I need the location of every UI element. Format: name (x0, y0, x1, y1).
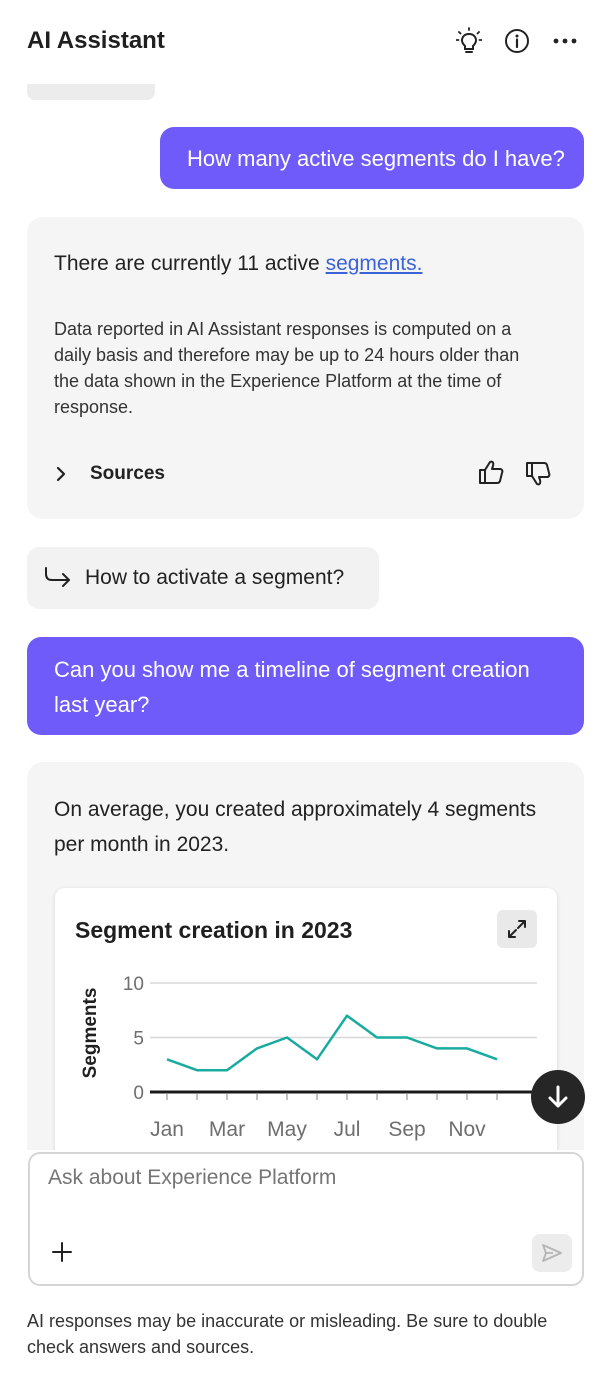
prompt-box (28, 1152, 584, 1286)
suggested-prompt-text: How to activate a segment? (85, 566, 345, 589)
reply-arrow-icon (43, 565, 73, 591)
x-tick-label: Nov (448, 1118, 486, 1141)
ai-response-text: There are currently 11 active segments. (54, 252, 422, 276)
suggested-prompt[interactable]: How to activate a segment? (27, 547, 379, 609)
header: AI Assistant (0, 0, 612, 84)
conversation-panel: Refresh How many active segments do I ha… (0, 0, 612, 1150)
x-tick-label: Mar (209, 1118, 245, 1141)
more-icon[interactable] (550, 26, 580, 56)
send-icon (541, 1243, 563, 1263)
chart-card: Segment creation in 2023 Segments 0 5 10 Ja… (55, 888, 557, 1150)
y-tick-label: 0 (133, 1083, 144, 1104)
app-title: AI Assistant (27, 27, 165, 54)
ai-response-card: There are currently 11 active segments. … (27, 217, 584, 519)
data-freshness-note: Data reported in AI Assistant responses … (54, 319, 520, 417)
prompt-input[interactable] (48, 1166, 548, 1190)
response-text-prefix: There are currently 11 active (54, 252, 326, 275)
info-icon[interactable] (502, 26, 532, 56)
thumbs-up-icon[interactable] (477, 458, 505, 486)
arrow-down-icon (546, 1084, 570, 1110)
user-message: Can you show me a timeline of segment cr… (27, 637, 584, 735)
thumbs-down-icon[interactable] (524, 460, 552, 488)
send-button[interactable] (532, 1234, 572, 1272)
ai-response-text: On average, you created approximately 4 … (54, 798, 537, 856)
lightbulb-icon[interactable] (454, 26, 484, 56)
y-tick-label: 10 (123, 974, 144, 995)
line-chart: 0 5 10 Jan Mar May Jul Sep Nov (123, 974, 557, 1141)
add-attachment-icon[interactable] (50, 1240, 74, 1264)
user-message: How many active segments do I have? (160, 127, 584, 189)
x-tick-label: Sep (388, 1118, 425, 1141)
x-tick-label: May (267, 1118, 307, 1141)
segments-link[interactable]: segments. (326, 252, 423, 275)
user-message-text: How many active segments do I have? (187, 146, 565, 171)
y-tick-label: 5 (133, 1029, 144, 1050)
series-line (166, 1014, 498, 1072)
sources-toggle[interactable]: Sources (54, 460, 165, 488)
x-tick-label: Jul (334, 1118, 361, 1141)
sources-label: Sources (90, 463, 165, 484)
user-message-text: Can you show me a timeline of segment cr… (54, 657, 530, 717)
scroll-to-bottom-button[interactable] (531, 1070, 585, 1124)
disclaimer-text: AI responses may be inaccurate or mislea… (27, 1311, 548, 1357)
x-tick-label: Jan (150, 1118, 184, 1141)
chevron-right-icon (54, 466, 76, 482)
